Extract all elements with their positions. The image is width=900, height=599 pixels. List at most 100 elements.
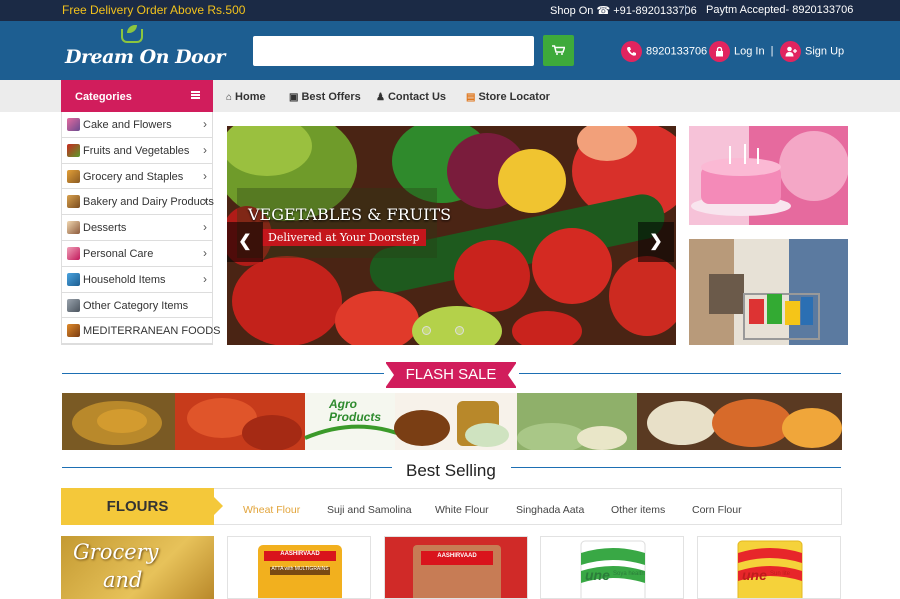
login-separator: | bbox=[770, 45, 774, 58]
personal-care-icon bbox=[67, 246, 80, 260]
section-divider bbox=[62, 467, 392, 468]
nav-contact-us-label: Contact Us bbox=[387, 91, 447, 103]
cake-banner[interactable] bbox=[689, 126, 848, 225]
nav-store-locator-label: Store Locator bbox=[478, 91, 550, 103]
dessert-icon bbox=[67, 221, 80, 235]
category-item[interactable]: Fruits and Vegetables › bbox=[62, 138, 212, 164]
product-brand: une bbox=[585, 567, 610, 583]
slider-dot[interactable] bbox=[422, 326, 431, 335]
other-items-icon bbox=[67, 298, 80, 312]
tab-corn-flour[interactable]: Corn Flour bbox=[692, 504, 742, 516]
bread-icon bbox=[67, 195, 80, 209]
product-name: ATTA with MULTIGRAINS bbox=[271, 566, 329, 572]
login-label: Log In bbox=[734, 45, 765, 58]
category-list: Cake and Flowers › Fruits and Vegetables ›… bbox=[61, 112, 221, 346]
slider-dot[interactable] bbox=[455, 326, 464, 335]
product-image bbox=[737, 540, 803, 598]
shop-on-phone[interactable]: Shop On ☎ +91-8920133706 bbox=[550, 4, 697, 17]
add-user-icon bbox=[780, 41, 801, 62]
gift-icon: ▣ bbox=[289, 92, 299, 103]
logo-text: Dream On Door bbox=[65, 46, 225, 68]
category-label: MEDITERRANEAN FOODS bbox=[83, 325, 221, 338]
product-card[interactable]: AASHIRVAAD ATTA with MULTIGRAINS bbox=[227, 536, 371, 599]
grocery-shopping-banner[interactable] bbox=[689, 239, 848, 345]
section-divider bbox=[511, 467, 841, 468]
household-icon bbox=[67, 272, 80, 286]
paytm-notice: ➨Paytm Accepted- 8920133706 bbox=[706, 4, 854, 341]
basket-icon bbox=[121, 29, 143, 43]
chevron-right-icon: › bbox=[203, 271, 207, 286]
chevron-right-icon: › bbox=[203, 168, 207, 183]
product-image bbox=[385, 537, 527, 598]
product-card[interactable]: AASHIRVAAD bbox=[384, 536, 528, 599]
category-item[interactable]: Household Items › bbox=[62, 267, 212, 293]
flash-sale-banner[interactable]: Agro Products bbox=[62, 393, 842, 450]
chevron-right-icon: › bbox=[203, 245, 207, 260]
category-item[interactable]: Bakery and Dairy Products › bbox=[62, 189, 214, 216]
search-button[interactable] bbox=[543, 35, 574, 66]
paytm-text: Paytm Accepted- 8920133706 bbox=[706, 4, 854, 16]
nav-best-offers-label: Best Offers bbox=[301, 91, 361, 103]
chevron-right-icon: › bbox=[203, 220, 207, 235]
agro-products-label: Agro Products bbox=[329, 397, 382, 424]
home-icon: ⌂ bbox=[226, 92, 233, 103]
cart-icon bbox=[552, 45, 565, 55]
category-label: Desserts bbox=[83, 222, 127, 235]
section-divider bbox=[519, 373, 841, 374]
header-phone[interactable]: 8920133706 bbox=[621, 41, 707, 62]
signup-link[interactable]: Sign Up bbox=[780, 41, 844, 62]
cake-icon bbox=[67, 118, 80, 131]
site-logo[interactable]: Dream On Door bbox=[65, 25, 225, 75]
tab-other-items[interactable]: Other items bbox=[611, 504, 665, 516]
tab-suji-and-samolina[interactable]: Suji and Samolina bbox=[327, 504, 412, 516]
free-delivery-notice: Free Delivery Order Above Rs.500 bbox=[62, 3, 246, 17]
tab-singhada-aata[interactable]: Singhada Aata bbox=[516, 504, 584, 516]
nav-store-locator[interactable]: ▤ Store Locator bbox=[466, 91, 550, 103]
product-name: Sun lite bbox=[770, 571, 791, 577]
menu-icon bbox=[191, 91, 200, 99]
category-item[interactable]: Desserts › bbox=[62, 215, 212, 241]
search-input[interactable] bbox=[253, 36, 534, 66]
nav-home-label: Home bbox=[235, 91, 266, 103]
tab-white-flour[interactable]: White Flour bbox=[435, 504, 489, 516]
product-card[interactable]: une Soya health bbox=[540, 536, 684, 599]
users-icon: ♟ bbox=[376, 92, 385, 103]
nav-home[interactable]: ⌂ Home bbox=[226, 91, 266, 103]
category-item[interactable]: Personal Care › bbox=[62, 241, 212, 267]
store-icon: ▤ bbox=[466, 92, 476, 103]
grocery-promo-card[interactable]: Grocery and bbox=[61, 536, 214, 599]
category-label: Household Items bbox=[83, 273, 166, 286]
grocery-card-line2: and bbox=[103, 568, 143, 592]
tab-wheat-flour[interactable]: Wheat Flour bbox=[243, 504, 300, 516]
categories-toggle[interactable]: Categories bbox=[61, 80, 213, 112]
nav-contact-us[interactable]: ♟ Contact Us bbox=[376, 91, 446, 103]
nav-best-offers[interactable]: ▣ Best Offers bbox=[289, 91, 361, 103]
cake-photo bbox=[689, 126, 848, 225]
mediterranean-icon bbox=[67, 324, 80, 338]
lock-icon bbox=[709, 41, 730, 62]
login-link[interactable]: Log In | bbox=[709, 41, 774, 62]
flash-sale-heading: FLASH SALE bbox=[385, 362, 517, 388]
category-label: Cake and Flowers bbox=[83, 119, 172, 131]
product-image bbox=[580, 540, 646, 598]
category-label: Grocery and Staples bbox=[83, 170, 184, 183]
signup-label: Sign Up bbox=[805, 45, 845, 58]
product-brand: AASHIRVAAD bbox=[437, 553, 477, 559]
category-item[interactable]: MEDITERRANEAN FOODS bbox=[62, 318, 221, 345]
category-item[interactable]: Cake and Flowers › bbox=[62, 112, 212, 138]
grocery-icon bbox=[67, 169, 80, 183]
product-card[interactable]: une Sun lite bbox=[697, 536, 841, 599]
category-label: Fruits and Vegetables bbox=[83, 144, 190, 157]
category-item[interactable]: Other Category Items bbox=[62, 293, 212, 319]
flours-heading: FLOURS bbox=[61, 488, 223, 525]
product-name: Soya health bbox=[613, 571, 645, 577]
top-announcement-bar: Free Delivery Order Above Rs.500 Shop On… bbox=[0, 0, 900, 341]
slider-next-button[interactable]: ❯ bbox=[638, 222, 674, 262]
chevron-right-icon: › bbox=[203, 142, 207, 157]
food-products-strip bbox=[62, 393, 842, 450]
grocery-cart-photo bbox=[689, 239, 848, 345]
category-item[interactable]: Grocery and Staples › bbox=[62, 164, 212, 190]
slider-prev-button[interactable]: ❮ bbox=[227, 222, 263, 262]
grocery-card-line1: Grocery bbox=[73, 540, 159, 564]
product-brand: AASHIRVAAD bbox=[280, 551, 320, 557]
